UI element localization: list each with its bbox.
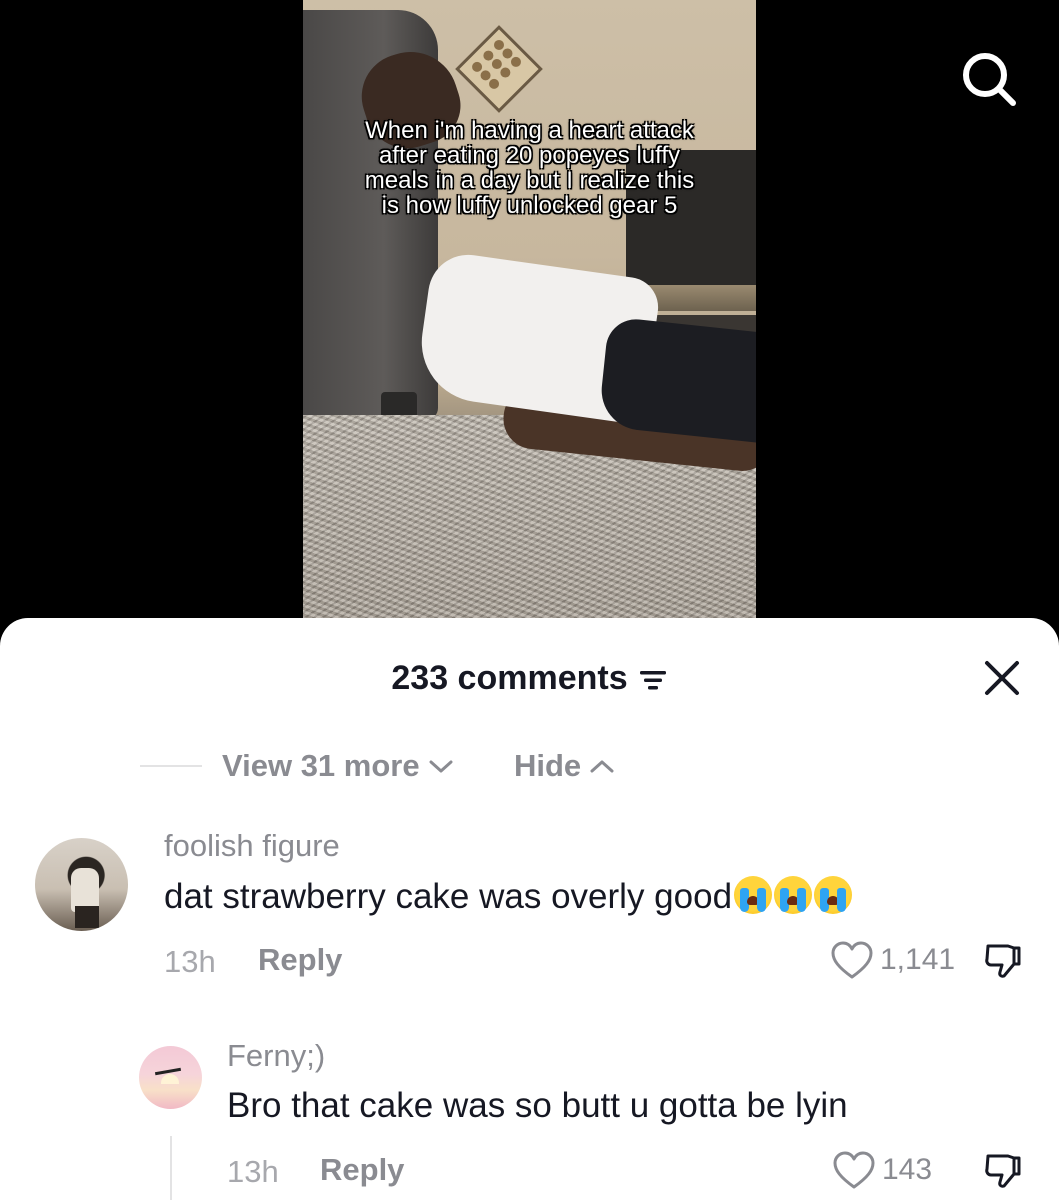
replies-divider — [140, 765, 202, 767]
search-button[interactable] — [958, 48, 1018, 108]
video-player[interactable]: When i'm having a heart attack after eat… — [303, 0, 756, 640]
like-count: 143 — [882, 1153, 933, 1186]
crying-emoji-icon — [732, 876, 853, 916]
comments-header: 233 comments — [0, 656, 1059, 700]
comment-text: dat strawberry cake was overly good — [164, 876, 853, 917]
video-wall-art — [455, 25, 543, 113]
view-more-replies-button[interactable]: View 31 more — [222, 748, 454, 784]
thread-line — [170, 1136, 172, 1200]
reply-button[interactable]: Reply — [320, 1152, 404, 1188]
filter-icon[interactable] — [638, 667, 668, 693]
hide-label: Hide — [514, 748, 582, 783]
tiktok-comments-screen: When i'm having a heart attack after eat… — [0, 0, 1059, 1200]
comments-sheet: 233 comments View 31 more Hide foolish f… — [0, 618, 1059, 1200]
reply-button[interactable]: Reply — [258, 942, 342, 978]
thumbs-down-icon — [985, 944, 1021, 978]
comment-timestamp: 13h — [164, 944, 216, 979]
comment-count-title: 233 comments — [391, 659, 628, 697]
comment-timestamp: 13h — [227, 1154, 279, 1189]
hide-replies-button[interactable]: Hide — [514, 748, 615, 784]
heart-icon — [831, 941, 873, 979]
close-icon — [985, 661, 1019, 695]
like-count: 1,141 — [880, 943, 956, 976]
avatar[interactable] — [139, 1046, 202, 1109]
dislike-button[interactable] — [982, 1150, 1022, 1190]
dislike-button[interactable] — [982, 940, 1022, 980]
like-button[interactable]: 143 — [832, 1150, 932, 1190]
view-more-label: View 31 more — [222, 748, 420, 783]
close-button[interactable] — [982, 658, 1022, 698]
video-caption-overlay: When i'm having a heart attack after eat… — [364, 117, 695, 219]
comment-username[interactable]: Ferny;) — [227, 1038, 325, 1074]
heart-icon — [833, 1151, 875, 1189]
chevron-down-icon — [429, 760, 453, 773]
search-icon — [963, 53, 1016, 106]
replies-controls: View 31 more Hide — [0, 748, 1059, 788]
thumbs-down-icon — [985, 1154, 1021, 1188]
avatar[interactable] — [35, 838, 128, 931]
comment-body: dat strawberry cake was overly good — [164, 877, 733, 916]
comment-text: Bro that cake was so butt u gotta be lyi… — [227, 1086, 848, 1125]
chevron-up-icon — [590, 760, 614, 773]
video-shorts — [597, 316, 756, 444]
like-button[interactable]: 1,141 — [830, 940, 955, 980]
comment-username[interactable]: foolish figure — [164, 828, 340, 864]
